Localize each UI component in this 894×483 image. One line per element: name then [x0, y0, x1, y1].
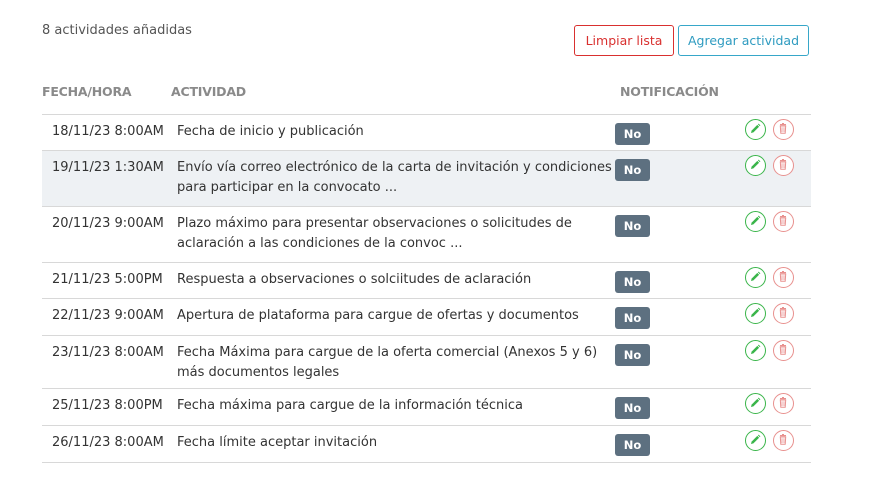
pencil-icon	[746, 120, 765, 138]
delete-button[interactable]	[773, 119, 794, 140]
table-row: 26/11/23 8:00AM Fecha límite aceptar invi…	[42, 426, 811, 463]
delete-button[interactable]	[773, 155, 794, 176]
delete-button[interactable]	[773, 430, 794, 451]
activity-table: 18/11/23 8:00AM Fecha de inicio y publica…	[42, 114, 811, 463]
table-row: 19/11/23 1:30AM Envío vía correo electrón…	[42, 151, 811, 207]
row-date: 21/11/23 5:00PM	[52, 272, 163, 287]
delete-button[interactable]	[773, 267, 794, 288]
row-activity: Plazo máximo para presentar observacione…	[177, 216, 572, 251]
column-header-date: FECHA/HORA	[42, 84, 132, 99]
row-date: 26/11/23 8:00AM	[52, 435, 164, 450]
trash-icon	[774, 394, 793, 412]
add-activity-button[interactable]: Agregar actividad	[678, 25, 809, 56]
trash-icon	[774, 304, 793, 322]
row-activity: Respuesta a observaciones o solciitudes …	[177, 272, 532, 287]
pencil-icon	[746, 431, 765, 449]
pencil-icon	[746, 212, 765, 230]
trash-icon	[774, 341, 793, 359]
delete-button[interactable]	[773, 340, 794, 361]
clear-list-button[interactable]: Limpiar lista	[574, 25, 674, 56]
delete-button[interactable]	[773, 303, 794, 324]
pencil-icon	[746, 304, 765, 322]
delete-button[interactable]	[773, 211, 794, 232]
row-date: 18/11/23 8:00AM	[52, 124, 164, 139]
row-date: 23/11/23 8:00AM	[52, 345, 164, 360]
edit-button[interactable]	[745, 155, 766, 176]
table-row: 20/11/23 9:00AM Plazo máximo para present…	[42, 207, 811, 263]
trash-icon	[774, 431, 793, 449]
row-date: 20/11/23 9:00AM	[52, 216, 164, 231]
notification-badge: No	[615, 434, 650, 456]
edit-button[interactable]	[745, 267, 766, 288]
notification-badge: No	[615, 307, 650, 329]
row-date: 22/11/23 9:00AM	[52, 308, 164, 323]
edit-button[interactable]	[745, 119, 766, 140]
notification-badge: No	[615, 123, 650, 145]
row-activity: Fecha máxima para cargue de la informaci…	[177, 398, 523, 413]
activity-count: 8 actividades añadidas	[42, 23, 192, 38]
table-row: 21/11/23 5:00PM Respuesta a observaciones…	[42, 263, 811, 299]
trash-icon	[774, 268, 793, 286]
notification-badge: No	[615, 215, 650, 237]
row-date: 25/11/23 8:00PM	[52, 398, 163, 413]
notification-badge: No	[615, 271, 650, 293]
edit-button[interactable]	[745, 340, 766, 361]
column-header-notification: NOTIFICACIÓN	[620, 84, 719, 99]
row-activity: Fecha límite aceptar invitación	[177, 435, 378, 450]
pencil-icon	[746, 341, 765, 359]
row-date: 19/11/23 1:30AM	[52, 160, 164, 175]
edit-button[interactable]	[745, 393, 766, 414]
edit-button[interactable]	[745, 430, 766, 451]
table-row: 23/11/23 8:00AM Fecha Máxima para cargue …	[42, 336, 811, 389]
table-row: 25/11/23 8:00PM Fecha máxima para cargue …	[42, 389, 811, 426]
notification-badge: No	[615, 159, 650, 181]
row-activity: Envío vía correo electrónico de la carta…	[177, 160, 612, 195]
edit-button[interactable]	[745, 303, 766, 324]
column-header-activity: ACTIVIDAD	[171, 84, 246, 99]
pencil-icon	[746, 156, 765, 174]
delete-button[interactable]	[773, 393, 794, 414]
edit-button[interactable]	[745, 211, 766, 232]
row-activity: Fecha de inicio y publicación	[177, 124, 364, 139]
pencil-icon	[746, 394, 765, 412]
row-activity: Fecha Máxima para cargue de la oferta co…	[177, 345, 598, 380]
row-activity: Apertura de plataforma para cargue de of…	[177, 308, 579, 323]
table-row: 18/11/23 8:00AM Fecha de inicio y publica…	[42, 115, 811, 151]
notification-badge: No	[615, 397, 650, 419]
trash-icon	[774, 156, 793, 174]
table-row: 22/11/23 9:00AM Apertura de plataforma pa…	[42, 299, 811, 336]
notification-badge: No	[615, 344, 650, 366]
pencil-icon	[746, 268, 765, 286]
trash-icon	[774, 212, 793, 230]
trash-icon	[774, 120, 793, 138]
